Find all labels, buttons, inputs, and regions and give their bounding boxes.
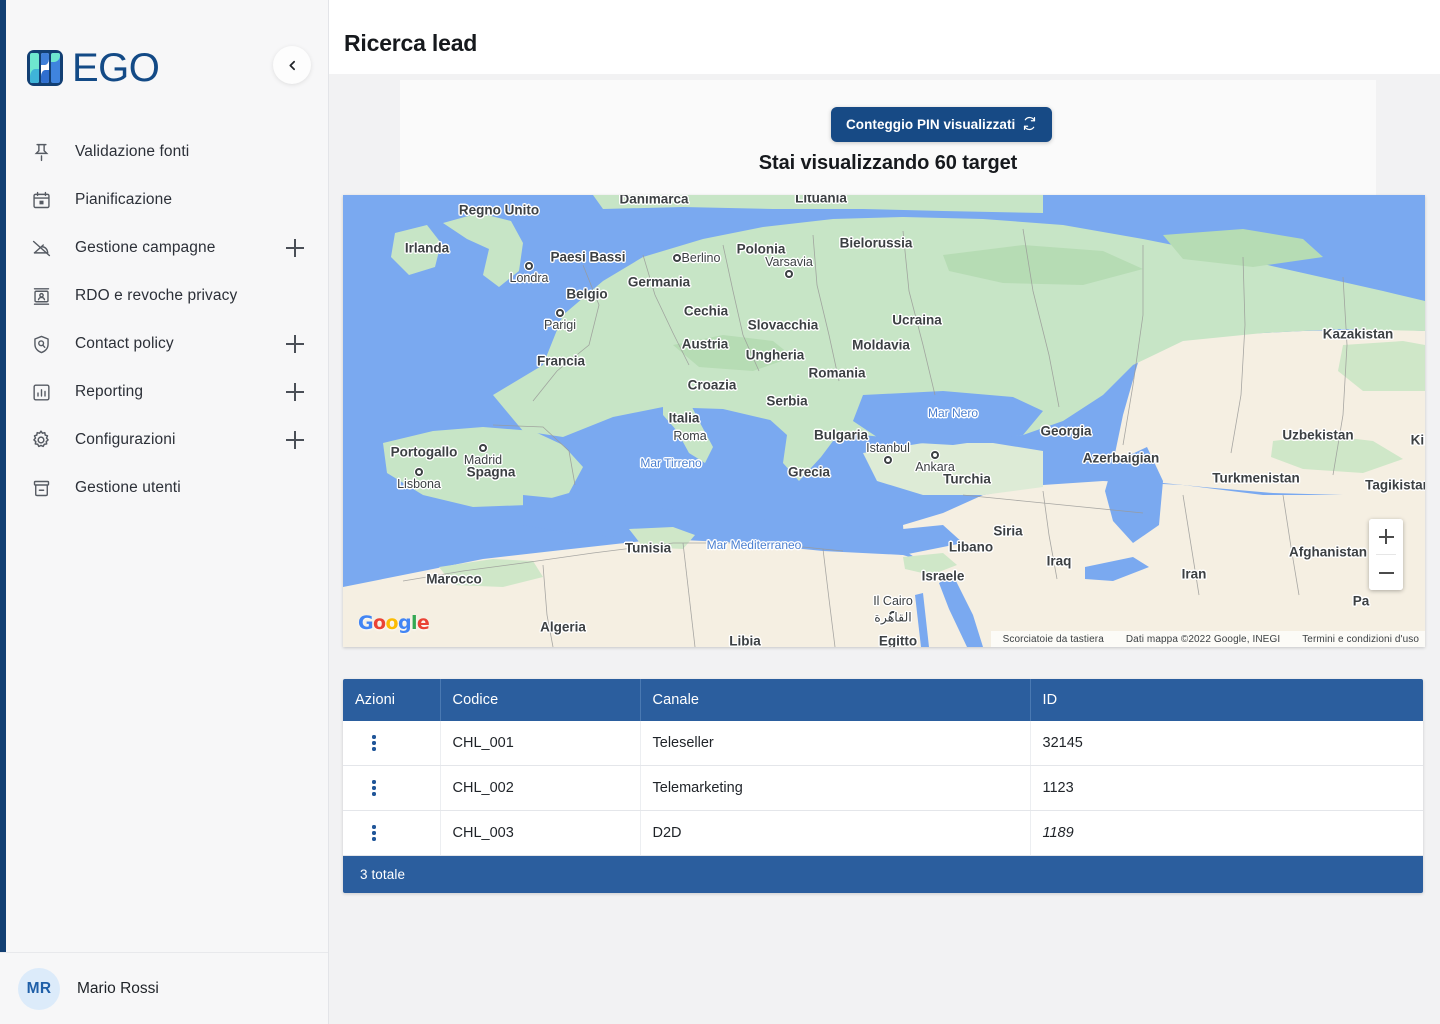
- map-viewport[interactable]: Mar Nero Mar Tirreno Mar Mediterraneo Irlan…: [343, 195, 1425, 647]
- cell-codice: CHL_003: [440, 810, 641, 856]
- sidebar-item-label: Validazione fonti: [75, 143, 190, 160]
- table-body: CHL_001 Teleseller 32145 CHL_002 Telemar…: [343, 721, 1423, 856]
- table-total-footer: 3 totale: [343, 856, 1423, 893]
- cell-canale: Telemarketing: [640, 765, 1031, 811]
- contact-card-icon: [27, 282, 55, 310]
- map-attribution: Scorciatoie da tastiera Dati mappa ©2022…: [990, 631, 1425, 647]
- row-actions-cell: [343, 721, 441, 766]
- google-logo[interactable]: Google: [358, 614, 430, 633]
- row-actions-cell: [343, 765, 441, 811]
- terms-link[interactable]: Termini e condizioni d'uso: [1302, 634, 1419, 645]
- row-actions-cell: [343, 810, 441, 856]
- map-zoom-out-button[interactable]: [1369, 555, 1403, 590]
- cell-canale: D2D: [640, 810, 1031, 856]
- sidebar-expand-contact-policy[interactable]: [286, 335, 304, 353]
- sidebar-item-label: RDO e revoche privacy: [75, 287, 238, 304]
- map-city-marker: [698, 432, 706, 440]
- main-content: Ricerca lead Conteggio PIN visualizzati …: [329, 0, 1440, 1024]
- bar-chart-icon: [27, 378, 55, 406]
- sidebar-expand-configurazioni[interactable]: [286, 431, 304, 449]
- row-menu-icon[interactable]: [364, 733, 384, 753]
- sidebar-expand-gestione-campagne[interactable]: [286, 239, 304, 257]
- row-menu-icon[interactable]: [364, 823, 384, 843]
- map-city-marker: [889, 611, 897, 619]
- cell-codice: CHL_002: [440, 765, 641, 811]
- table-row[interactable]: CHL_003 D2D 1189: [343, 810, 1423, 856]
- sidebar-expand-reporting[interactable]: [286, 383, 304, 401]
- table-row[interactable]: CHL_002 Telemarketing 1123: [343, 765, 1423, 811]
- ego-logo-icon: [27, 50, 63, 86]
- target-count-status: Stai visualizzando 60 target: [758, 152, 1018, 174]
- map-city-marker: [931, 451, 939, 459]
- archive-icon: [27, 474, 55, 502]
- page-body: Conteggio PIN visualizzati Stai visualiz…: [329, 74, 1440, 1024]
- sidebar: EGO Validazione fonti Pianificazione Ges…: [0, 0, 329, 1024]
- table-header-row: Azioni Codice Canale ID: [343, 679, 1423, 721]
- megaphone-off-icon: [27, 234, 55, 262]
- sidebar-collapse-button[interactable]: [273, 46, 311, 84]
- map-city-marker: [525, 262, 533, 270]
- sidebar-item-reporting[interactable]: Reporting: [0, 368, 328, 416]
- sidebar-item-label: Gestione campagne: [75, 239, 216, 256]
- map-city-marker: [673, 254, 681, 262]
- page-title: Ricerca lead: [344, 30, 478, 56]
- cell-id: 1189: [1030, 810, 1423, 856]
- sidebar-item-contact-policy[interactable]: Contact policy: [0, 320, 328, 368]
- sidebar-item-gestione-utenti[interactable]: Gestione utenti: [0, 464, 328, 512]
- leads-table-grid: Azioni Codice Canale ID CHL_001 Telesell…: [343, 679, 1423, 856]
- map-city-marker: [479, 444, 487, 452]
- shield-search-icon: [27, 330, 55, 358]
- cell-id: 32145: [1030, 721, 1423, 766]
- sidebar-item-validazione-fonti[interactable]: Validazione fonti: [0, 128, 328, 176]
- map-city-marker: [884, 456, 892, 464]
- pin-count-button-label: Conteggio PIN visualizzati: [846, 117, 1016, 132]
- avatar: MR: [18, 967, 60, 1010]
- cell-canale: Teleseller: [640, 721, 1031, 766]
- app-root: EGO Validazione fonti Pianificazione Ges…: [0, 0, 1440, 1024]
- sidebar-nav: Validazione fonti Pianificazione Gestion…: [0, 128, 328, 512]
- calendar-icon: [27, 186, 55, 214]
- column-header-codice[interactable]: Codice: [440, 679, 641, 721]
- map-panel: Conteggio PIN visualizzati Stai visualiz…: [343, 80, 1439, 660]
- column-header-canale[interactable]: Canale: [640, 679, 1031, 721]
- cell-codice: CHL_001: [440, 721, 641, 766]
- sidebar-item-pianificazione[interactable]: Pianificazione: [0, 176, 328, 224]
- pin-icon: [27, 138, 55, 166]
- sidebar-item-label: Gestione utenti: [75, 479, 181, 496]
- gear-icon: [27, 426, 55, 454]
- user-name: Mario Rossi: [77, 979, 159, 997]
- leads-table: Azioni Codice Canale ID CHL_001 Telesell…: [343, 679, 1423, 893]
- map-city-marker: [415, 468, 423, 476]
- brand-name: EGO: [72, 46, 160, 90]
- sidebar-item-rdo-revoche-privacy[interactable]: RDO e revoche privacy: [0, 272, 328, 320]
- map-graphic: [343, 195, 1425, 647]
- sidebar-item-label: Configurazioni: [75, 431, 176, 448]
- column-header-azioni[interactable]: Azioni: [343, 679, 441, 721]
- map-panel-header: Conteggio PIN visualizzati Stai visualiz…: [400, 80, 1376, 195]
- sidebar-item-gestione-campagne[interactable]: Gestione campagne: [0, 224, 328, 272]
- row-menu-icon[interactable]: [364, 778, 384, 798]
- table-head: Azioni Codice Canale ID: [343, 679, 1423, 721]
- map-zoom-controls: [1369, 519, 1403, 590]
- column-header-id[interactable]: ID: [1030, 679, 1423, 721]
- sidebar-item-label: Pianificazione: [75, 191, 173, 208]
- map-city-marker: [556, 309, 564, 317]
- cell-id: 1123: [1030, 765, 1423, 811]
- map-zoom-in-button[interactable]: [1369, 519, 1403, 554]
- map-city-marker: [785, 270, 793, 278]
- table-row[interactable]: CHL_001 Teleseller 32145: [343, 721, 1423, 766]
- chevron-left-icon: [286, 59, 299, 72]
- user-profile[interactable]: MR Mario Rossi: [0, 952, 328, 1024]
- map-data-credit: Dati mappa ©2022 Google, INEGI: [1125, 633, 1281, 645]
- pin-count-button[interactable]: Conteggio PIN visualizzati: [831, 107, 1053, 142]
- keyboard-shortcuts-link[interactable]: Scorciatoie da tastiera: [1003, 634, 1104, 645]
- sidebar-item-label: Contact policy: [75, 335, 174, 352]
- refresh-icon: [1022, 116, 1037, 134]
- sidebar-item-configurazioni[interactable]: Configurazioni: [0, 416, 328, 464]
- sidebar-item-label: Reporting: [75, 383, 144, 400]
